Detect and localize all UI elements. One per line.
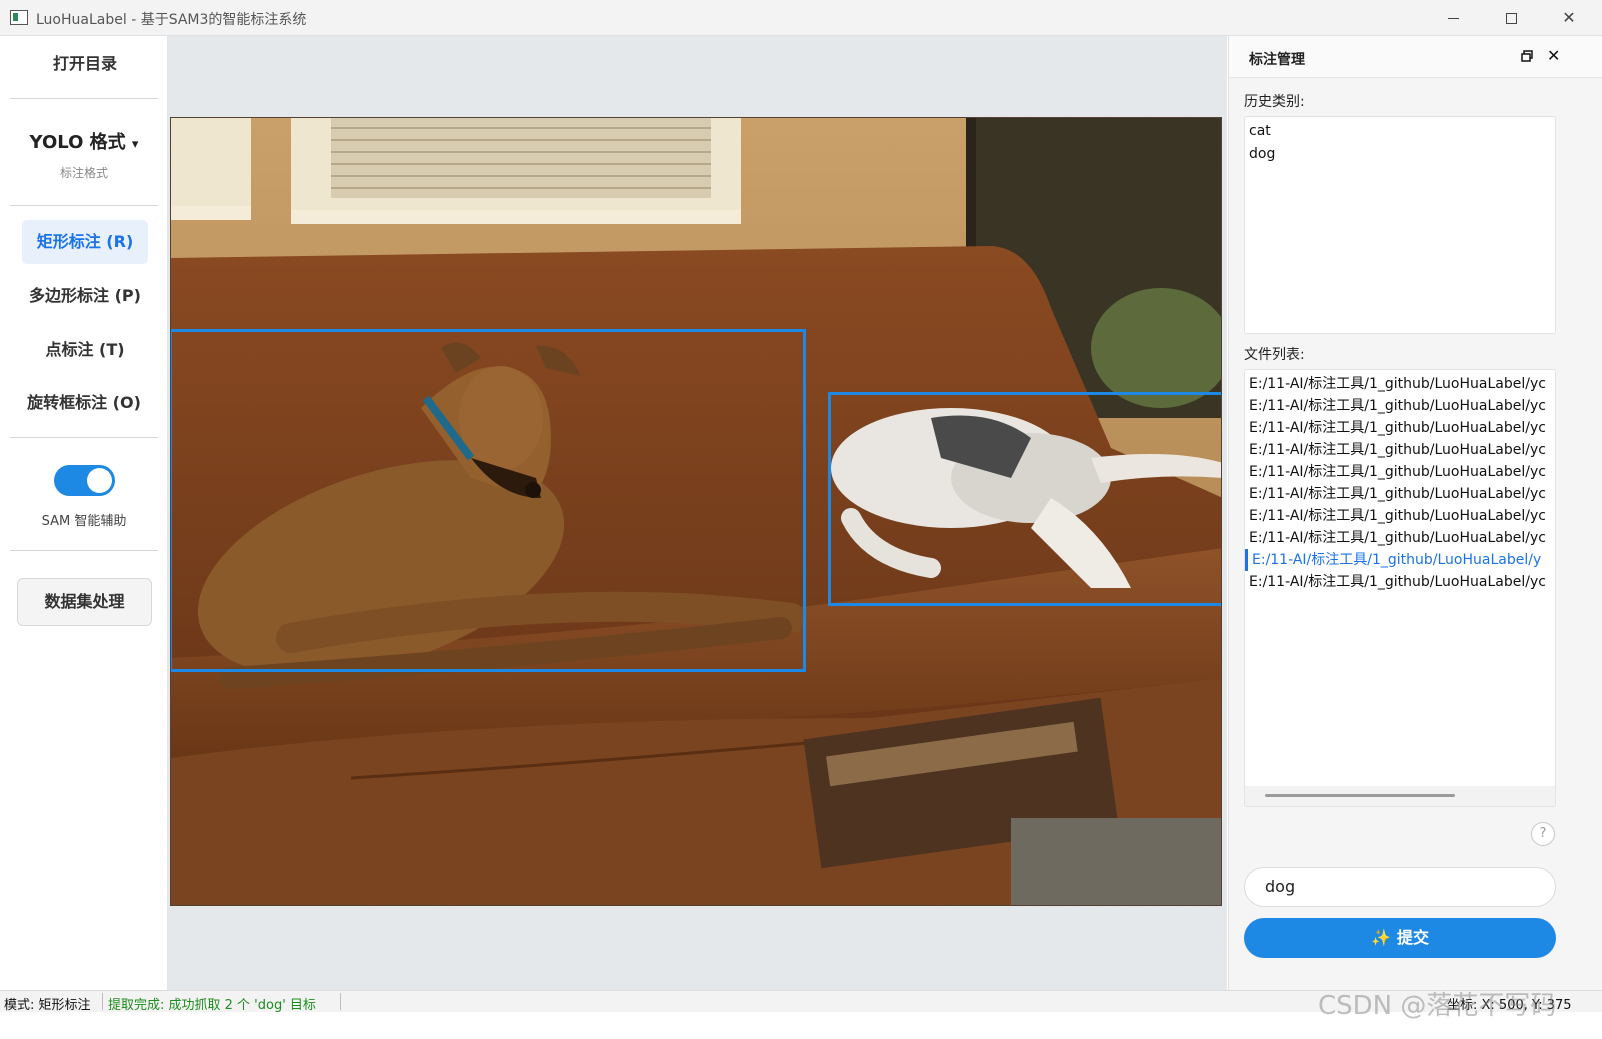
file-item[interactable]: E:/11-AI/标注工具/1_github/LuoHuaLabel/yc <box>1245 417 1555 439</box>
tool-point-button[interactable]: 点标注 (T) <box>22 328 148 372</box>
title-bar: LuoHuaLabel - 基于SAM3的智能标注系统 ✕ <box>0 0 1602 36</box>
close-icon: ✕ <box>1562 8 1576 27</box>
watermark: CSDN @落花不写码 <box>1318 991 1557 1021</box>
maximize-button[interactable] <box>1488 0 1534 36</box>
history-class-list[interactable]: cat dog <box>1244 116 1556 334</box>
status-message: 提取完成: 成功抓取 2 个 'dog' 目标 <box>108 998 316 1013</box>
minimize-button[interactable] <box>1430 0 1476 36</box>
file-list[interactable]: E:/11-AI/标注工具/1_github/LuoHuaLabel/yc E:… <box>1244 369 1556 807</box>
file-item[interactable]: E:/11-AI/标注工具/1_github/LuoHuaLabel/yc <box>1245 461 1555 483</box>
file-item[interactable]: E:/11-AI/标注工具/1_github/LuoHuaLabel/yc <box>1245 483 1555 505</box>
file-item[interactable]: E:/11-AI/标注工具/1_github/LuoHuaLabel/yc <box>1245 373 1555 395</box>
maximize-icon <box>1505 13 1517 24</box>
horizontal-scrollbar[interactable] <box>1245 786 1555 806</box>
tool-rotated-box-button[interactable]: 旋转框标注 (O) <box>10 381 158 425</box>
close-window-button[interactable]: ✕ <box>1546 0 1592 36</box>
panel-header: 标注管理 ✕ <box>1229 36 1602 78</box>
chevron-down-icon: ▾ <box>131 137 139 152</box>
tool-polygon-button[interactable]: 多边形标注 (P) <box>22 274 148 318</box>
tool-rect-button[interactable]: 矩形标注 (R) <box>22 220 148 264</box>
divider <box>10 205 158 206</box>
history-item[interactable]: dog <box>1249 143 1551 166</box>
prompt-input[interactable]: dog <box>1244 867 1556 907</box>
divider <box>10 437 158 438</box>
file-item[interactable]: E:/11-AI/标注工具/1_github/LuoHuaLabel/yc <box>1245 571 1555 593</box>
undock-icon[interactable] <box>1521 50 1533 62</box>
image-canvas[interactable] <box>170 117 1222 906</box>
file-item[interactable]: E:/11-AI/标注工具/1_github/LuoHuaLabel/yc <box>1245 505 1555 527</box>
status-divider <box>102 993 103 1010</box>
file-item[interactable]: E:/11-AI/标注工具/1_github/LuoHuaLabel/yc <box>1245 395 1555 417</box>
annotation-box-dog-2[interactable] <box>828 392 1221 606</box>
file-item[interactable]: E:/11-AI/标注工具/1_github/LuoHuaLabel/yc <box>1245 439 1555 461</box>
history-label: 历史类别: <box>1244 94 1305 110</box>
status-divider <box>340 993 341 1010</box>
submit-button[interactable]: ✨ 提交 <box>1244 918 1556 958</box>
window-title: LuoHuaLabel - 基于SAM3的智能标注系统 <box>36 12 307 28</box>
help-icon[interactable]: ? <box>1531 822 1555 846</box>
panel-close-icon[interactable]: ✕ <box>1547 46 1560 65</box>
format-selector[interactable]: YOLO 格式 ▾ <box>0 128 168 154</box>
annotation-box-dog-1[interactable] <box>171 329 806 672</box>
open-directory-button[interactable]: 打开目录 <box>22 42 148 86</box>
scrollbar-thumb[interactable] <box>1265 794 1455 797</box>
divider <box>10 98 158 99</box>
sparkle-icon: ✨ <box>1371 928 1391 947</box>
submit-label: 提交 <box>1396 928 1429 947</box>
format-label: YOLO 格式 <box>29 132 126 153</box>
app-icon <box>10 10 28 25</box>
file-item-selected[interactable]: E:/11-AI/标注工具/1_github/LuoHuaLabel/y <box>1245 549 1555 571</box>
minimize-icon <box>1447 18 1459 19</box>
dataset-process-button[interactable]: 数据集处理 <box>17 578 152 626</box>
left-toolbar: 打开目录 YOLO 格式 ▾ 标注格式 矩形标注 (R) 多边形标注 (P) 点… <box>0 36 168 1012</box>
sam-toggle[interactable] <box>54 465 115 496</box>
status-mode: 模式: 矩形标注 <box>4 998 91 1013</box>
panel-title: 标注管理 <box>1249 52 1305 68</box>
canvas-area[interactable] <box>168 36 1227 990</box>
file-list-label: 文件列表: <box>1244 347 1305 363</box>
history-item[interactable]: cat <box>1249 120 1551 143</box>
format-caption: 标注格式 <box>59 166 108 180</box>
divider <box>10 550 158 551</box>
sam-toggle-label: SAM 智能辅助 <box>41 514 127 529</box>
file-item[interactable]: E:/11-AI/标注工具/1_github/LuoHuaLabel/yc <box>1245 527 1555 549</box>
annotation-manager-panel: 标注管理 ✕ 历史类别: cat dog 文件列表: E:/11-AI/标注工具… <box>1228 36 1602 990</box>
